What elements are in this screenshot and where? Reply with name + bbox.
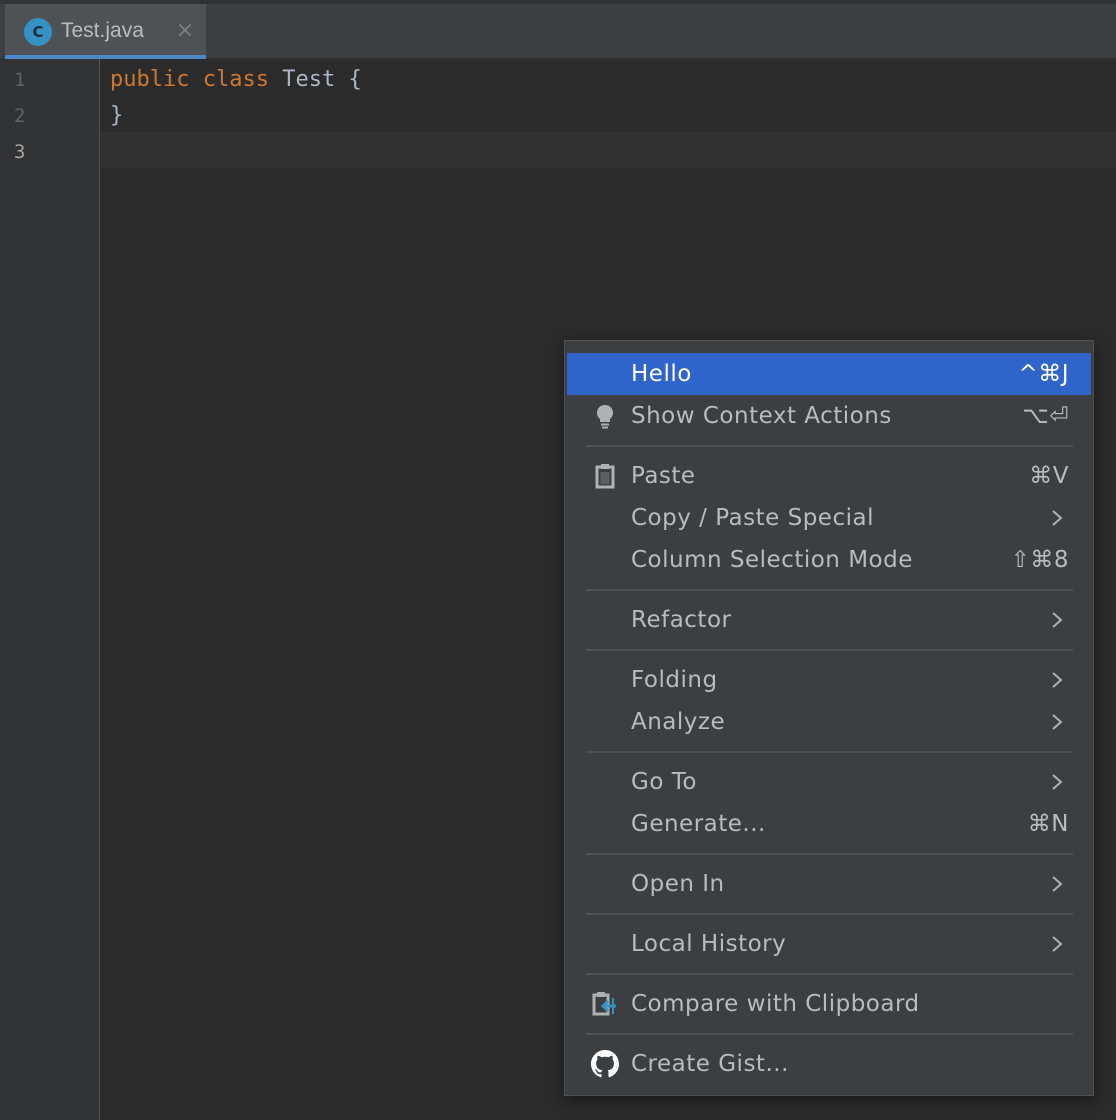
line-number: 2	[14, 105, 26, 127]
menu-separator	[586, 1033, 1073, 1035]
line-number-current: 3	[14, 141, 26, 163]
menu-item-paste[interactable]: Paste ⌘V	[567, 455, 1091, 497]
tab-test-java[interactable]: C Test.java ×	[5, 4, 206, 59]
lightbulb-icon	[597, 405, 613, 429]
chevron-right-icon	[1052, 672, 1063, 688]
menu-item-analyze[interactable]: Analyze	[567, 701, 1091, 743]
keyword-class: class	[202, 67, 269, 92]
menu-item-shortcut: ⌘V	[1029, 463, 1069, 489]
open-brace: {	[348, 67, 362, 92]
close-icon[interactable]: ×	[174, 20, 196, 42]
chevron-right-icon	[1052, 510, 1063, 526]
chevron-right-icon	[1052, 774, 1063, 790]
current-line-highlight	[101, 132, 1116, 168]
menu-item-label: Open In	[631, 871, 725, 897]
menu-item-label: Copy / Paste Special	[631, 505, 874, 531]
menu-separator	[586, 649, 1073, 651]
menu-item-create-gist[interactable]: Create Gist...	[567, 1043, 1091, 1085]
java-class-icon: C	[24, 18, 52, 46]
menu-separator	[586, 445, 1073, 447]
editor-context-menu: Hello ^⌘J Show Context Actions ⌥⏎ Paste …	[564, 340, 1094, 1096]
menu-item-shortcut: ^⌘J	[1018, 361, 1069, 387]
menu-item-folding[interactable]: Folding	[567, 659, 1091, 701]
menu-item-label: Column Selection Mode	[631, 547, 913, 573]
class-name: Test	[282, 67, 336, 92]
github-icon	[591, 1050, 619, 1078]
menu-item-compare-with-clipboard[interactable]: Compare with Clipboard	[567, 983, 1091, 1025]
menu-item-column-selection-mode[interactable]: Column Selection Mode ⇧⌘8	[567, 539, 1091, 581]
menu-item-label: Analyze	[631, 709, 726, 735]
menu-item-show-context-actions[interactable]: Show Context Actions ⌥⏎	[567, 395, 1091, 437]
chevron-right-icon	[1052, 612, 1063, 628]
menu-item-local-history[interactable]: Local History	[567, 923, 1091, 965]
menu-item-shortcut: ⌘N	[1027, 811, 1069, 837]
menu-item-label: Compare with Clipboard	[631, 991, 920, 1017]
menu-item-label: Go To	[631, 769, 697, 795]
menu-item-label: Show Context Actions	[631, 403, 892, 429]
menu-separator	[586, 973, 1073, 975]
menu-item-label: Refactor	[631, 607, 732, 633]
menu-separator	[586, 751, 1073, 753]
menu-item-shortcut: ⇧⌘8	[1010, 547, 1069, 573]
menu-separator	[586, 589, 1073, 591]
clipboard-icon	[595, 464, 615, 489]
menu-item-label: Hello	[631, 361, 692, 387]
menu-separator	[586, 853, 1073, 855]
line-number: 1	[14, 69, 26, 91]
menu-item-label: Paste	[631, 463, 696, 489]
menu-item-label: Local History	[631, 931, 787, 957]
menu-item-shortcut: ⌥⏎	[1022, 403, 1069, 429]
menu-item-hello[interactable]: Hello ^⌘J	[567, 353, 1091, 395]
code-line-2: }	[110, 103, 124, 128]
menu-item-label: Generate...	[631, 811, 766, 837]
chevron-right-icon	[1052, 714, 1063, 730]
menu-item-label: Create Gist...	[631, 1051, 789, 1077]
ide-window: C Test.java × 1 2 3 public class Test { …	[0, 0, 1116, 1120]
line-number-gutter: 1 2 3	[0, 59, 100, 1120]
menu-item-refactor[interactable]: Refactor	[567, 599, 1091, 641]
menu-item-generate[interactable]: Generate... ⌘N	[567, 803, 1091, 845]
code-line-1: public class Test {	[110, 62, 362, 98]
menu-item-go-to[interactable]: Go To	[567, 761, 1091, 803]
editor-tab-bar: C Test.java ×	[0, 0, 1116, 59]
keyword-public: public	[110, 67, 190, 92]
tab-label: Test.java	[61, 19, 144, 42]
compare-clipboard-icon	[592, 992, 616, 1016]
chevron-right-icon	[1052, 936, 1063, 952]
menu-separator	[586, 913, 1073, 915]
menu-item-copy-paste-special[interactable]: Copy / Paste Special	[567, 497, 1091, 539]
chevron-right-icon	[1052, 876, 1063, 892]
menu-item-open-in[interactable]: Open In	[567, 863, 1091, 905]
menu-item-label: Folding	[631, 667, 718, 693]
